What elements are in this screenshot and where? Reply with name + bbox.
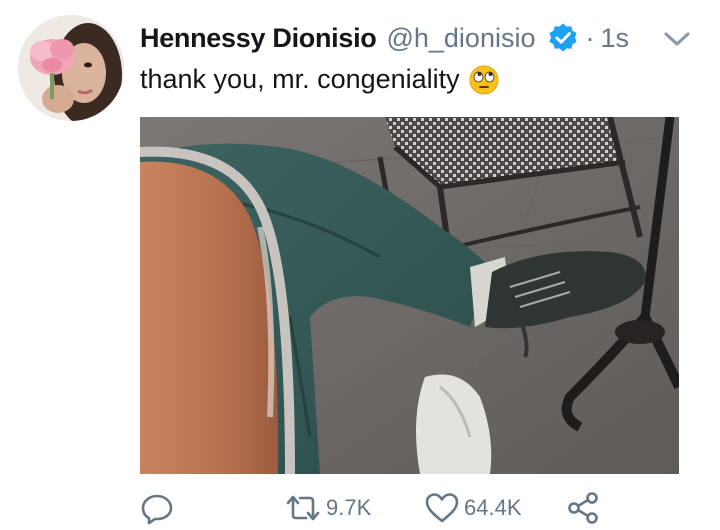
tweet-photo[interactable] xyxy=(140,117,679,474)
like-count: 64.4K xyxy=(464,495,522,520)
retweet-icon xyxy=(284,491,322,525)
user-handle[interactable]: @h_dionisio xyxy=(386,23,535,54)
heart-icon xyxy=(424,491,460,525)
separator-dot: · xyxy=(585,22,595,53)
timestamp[interactable]: 1s xyxy=(600,23,629,54)
retweet-button[interactable]: 9.7K xyxy=(284,488,371,528)
share-button[interactable] xyxy=(566,488,600,528)
tweet-text: thank you, mr. congeniality xyxy=(140,64,460,94)
display-name[interactable]: Hennessy Dionisio xyxy=(140,23,377,54)
face-with-rolling-eyes-emoji xyxy=(469,65,499,95)
tweet-body: thank you, mr. congeniality xyxy=(140,64,499,95)
verified-badge-icon xyxy=(547,22,579,54)
reply-button[interactable] xyxy=(140,488,174,528)
retweet-count: 9.7K xyxy=(326,495,372,520)
tweet-actions: 9.7K 64.4K xyxy=(0,488,720,528)
avatar[interactable] xyxy=(18,15,124,121)
tweet-card: Hennessy Dionisio @h_dionisio · 1s thank… xyxy=(0,0,720,530)
share-icon xyxy=(566,491,600,525)
reply-icon xyxy=(140,491,174,525)
chevron-down-icon[interactable] xyxy=(662,28,692,50)
tweet-header: Hennessy Dionisio @h_dionisio · 1s xyxy=(140,18,629,58)
like-button[interactable]: 64.4K xyxy=(424,488,522,528)
